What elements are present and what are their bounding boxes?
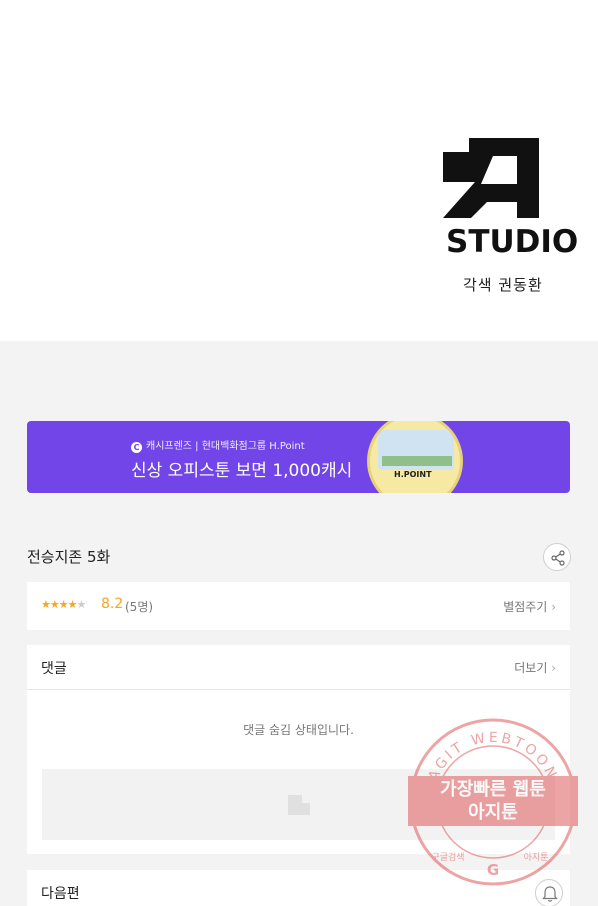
- bell-icon: [542, 886, 558, 902]
- star-icon: ★: [41, 598, 51, 611]
- banner-subtitle: C 캐시프렌즈 | 현대백화점그룹 H.Point: [131, 437, 305, 453]
- star-icon: ★: [76, 598, 87, 611]
- watermark-main-line1: 가장빠른 웹툰: [440, 779, 546, 800]
- watermark-stamp: AGIT WEBTOON 가장빠른 웹툰 아지툰 구글검색 G 아지툰: [408, 717, 578, 887]
- watermark-bottom-left: 구글검색: [431, 851, 464, 863]
- share-button[interactable]: [543, 543, 571, 571]
- google-icon: G: [487, 861, 499, 879]
- studio-name: STUDIO: [446, 224, 579, 260]
- comments-more-label: 더보기: [514, 661, 548, 675]
- rating-score: 8.2: [101, 596, 124, 612]
- star-icon: ★: [58, 598, 69, 611]
- comments-header: 댓글 더보기 ›: [27, 645, 570, 690]
- image-placeholder-icon: [288, 795, 310, 815]
- star-icon: ★: [49, 598, 60, 611]
- rating-count: (5명): [125, 600, 154, 614]
- rate-button[interactable]: 별점주기 ›: [503, 598, 556, 615]
- svg-text:AGIT WEBTOON: AGIT WEBTOON: [425, 730, 560, 783]
- comments-more-button[interactable]: 더보기 ›: [514, 659, 556, 676]
- chevron-right-icon: ›: [551, 661, 556, 675]
- comments-title: 댓글: [41, 661, 67, 677]
- banner-subtitle-text: 캐시프렌즈 | 현대백화점그룹 H.Point: [146, 441, 305, 452]
- star-rating: ★★★★★: [41, 598, 87, 611]
- adaptation-credit: 각색 권동환: [463, 276, 543, 294]
- episode-title: 전승지존 5화: [27, 548, 111, 566]
- studio-logo-mark: [443, 138, 539, 218]
- studio-logo: [441, 138, 569, 220]
- next-episode-title: 다음편: [41, 886, 80, 902]
- banner-image: H.POINT: [367, 421, 463, 493]
- studio-panel: STUDIO 각색 권동환: [0, 0, 598, 341]
- watermark-ring-text: AGIT WEBTOON: [425, 730, 557, 783]
- share-icon: [551, 550, 565, 566]
- watermark-bottom-right: 아지툰: [524, 852, 549, 863]
- watermark-main-line2: 아지툰: [468, 802, 518, 823]
- cashfriends-icon: C: [131, 442, 142, 453]
- desk-illustration: [382, 456, 452, 466]
- ad-banner[interactable]: C 캐시프렌즈 | 현대백화점그룹 H.Point 신상 오피스툰 보면 1,00…: [27, 421, 570, 493]
- banner-image-brand: H.POINT: [394, 470, 432, 479]
- banner-title: 신상 오피스툰 보면 1,000캐시: [131, 461, 353, 481]
- rate-button-label: 별점주기: [503, 600, 548, 614]
- chevron-right-icon: ›: [551, 600, 556, 614]
- star-icon: ★: [67, 598, 78, 611]
- rating-panel: ★★★★★ 8.2 (5명) 별점주기 ›: [27, 582, 570, 630]
